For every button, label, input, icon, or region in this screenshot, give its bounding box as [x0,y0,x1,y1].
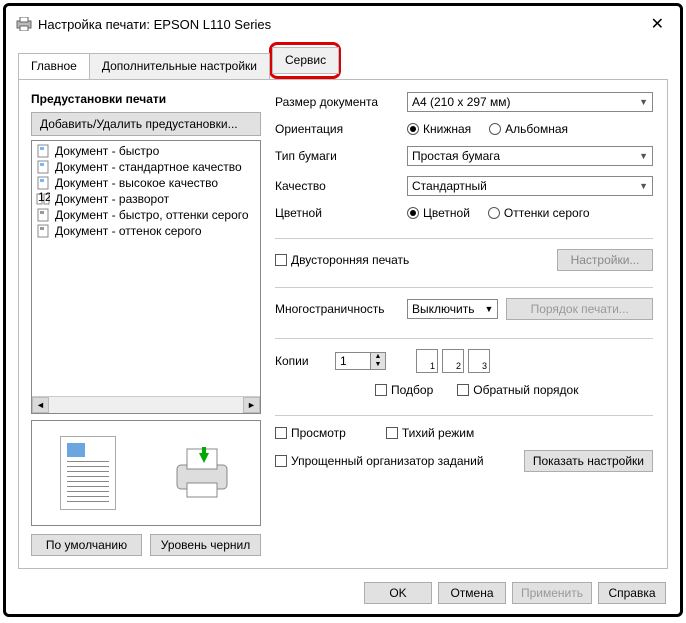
copies-stepper[interactable]: 1▲▼ [335,352,386,370]
page-order-button: Порядок печати... [506,298,653,320]
quiet-mode-checkbox[interactable]: Тихий режим [386,426,474,440]
list-item[interactable]: Документ - быстро [32,143,260,159]
printer-preview-icon [171,445,233,501]
page-icon: 3 [468,349,490,373]
preview-pane [31,420,261,526]
color-gray-radio[interactable]: Оттенки серого [488,206,590,220]
list-item-label: Документ - стандартное качество [55,160,242,174]
duplex-checkbox[interactable]: Двусторонняя печать [275,253,557,267]
doc-icon [36,144,50,158]
color-color-radio[interactable]: Цветной [407,206,470,220]
page-icon: 2 [442,349,464,373]
tab-service[interactable]: Сервис [272,47,339,74]
chevron-down-icon: ▼ [639,181,648,191]
defaults-button[interactable]: По умолчанию [31,534,142,556]
paper-type-label: Тип бумаги [275,149,407,163]
window-title: Настройка печати: EPSON L110 Series [38,17,645,32]
doc-gray-icon [36,224,50,238]
document-preview-icon [60,436,116,510]
orientation-portrait-radio[interactable]: Книжная [407,122,471,136]
orientation-label: Ориентация [275,122,407,136]
color-label: Цветной [275,206,407,220]
tab-main[interactable]: Главное [18,53,90,79]
doc-size-label: Размер документа [275,95,407,109]
show-settings-button[interactable]: Показать настройки [524,450,653,472]
scroll-right-icon[interactable]: ► [243,397,260,413]
printer-icon [16,17,32,31]
spin-down-icon[interactable]: ▼ [371,361,385,369]
preview-checkbox[interactable]: Просмотр [275,426,346,440]
list-item[interactable]: Документ - быстро, оттенки серого [32,207,260,223]
spread-icon: 12 [36,192,50,206]
add-remove-presets-button[interactable]: Добавить/Удалить предустановки... [31,112,261,136]
ink-levels-button[interactable]: Уровень чернил [150,534,261,556]
divider [275,287,653,288]
list-item-label: Документ - быстро, оттенки серого [55,208,249,222]
quality-combo[interactable]: Стандартный▼ [407,176,653,196]
organizer-checkbox[interactable]: Упрощенный организатор заданий [275,454,524,468]
list-item[interactable]: 12 Документ - разворот [32,191,260,207]
doc-gray-icon [36,208,50,222]
quality-label: Качество [275,179,407,193]
ok-button[interactable]: OK [364,582,432,604]
list-item[interactable]: Документ - высокое качество [32,175,260,191]
multipage-label: Многостраничность [275,302,407,316]
reverse-order-checkbox[interactable]: Обратный порядок [457,383,578,397]
divider [275,238,653,239]
list-item-label: Документ - быстро [55,144,159,158]
svg-text:1: 1 [38,192,45,204]
collate-checkbox[interactable]: Подбор [375,383,433,397]
multipage-combo[interactable]: Выключить▼ [407,299,498,319]
list-item-label: Документ - оттенок серого [55,224,202,238]
svg-text:2: 2 [45,192,50,204]
doc-icon [36,160,50,174]
tab-more-settings[interactable]: Дополнительные настройки [89,53,270,79]
divider [275,338,653,339]
apply-button: Применить [512,582,592,604]
list-item-label: Документ - высокое качество [55,176,218,190]
paper-type-combo[interactable]: Простая бумага▼ [407,146,653,166]
scroll-left-icon[interactable]: ◄ [32,397,49,413]
doc-size-combo[interactable]: A4 (210 x 297 мм)▼ [407,92,653,112]
doc-icon [36,176,50,190]
list-item[interactable]: Документ - оттенок серого [32,223,260,239]
duplex-settings-button: Настройки... [557,249,653,271]
divider [275,415,653,416]
chevron-down-icon: ▼ [639,97,648,107]
close-icon[interactable]: ✕ [645,14,670,34]
presets-title: Предустановки печати [31,92,261,106]
presets-list[interactable]: Документ - быстро Документ - стандартное… [31,140,261,414]
scroll-track[interactable] [49,397,243,413]
spin-up-icon[interactable]: ▲ [371,353,385,361]
collate-preview: 1 2 3 [416,349,490,373]
list-item-label: Документ - разворот [55,192,169,206]
page-icon: 1 [416,349,438,373]
cancel-button[interactable]: Отмена [438,582,506,604]
list-item[interactable]: Документ - стандартное качество [32,159,260,175]
chevron-down-icon: ▼ [484,304,493,314]
orientation-landscape-radio[interactable]: Альбомная [489,122,568,136]
help-button[interactable]: Справка [598,582,666,604]
chevron-down-icon: ▼ [639,151,648,161]
horizontal-scrollbar[interactable]: ◄ ► [32,396,260,413]
copies-label: Копии [275,354,335,368]
highlight-service-tab: Сервис [269,42,341,79]
